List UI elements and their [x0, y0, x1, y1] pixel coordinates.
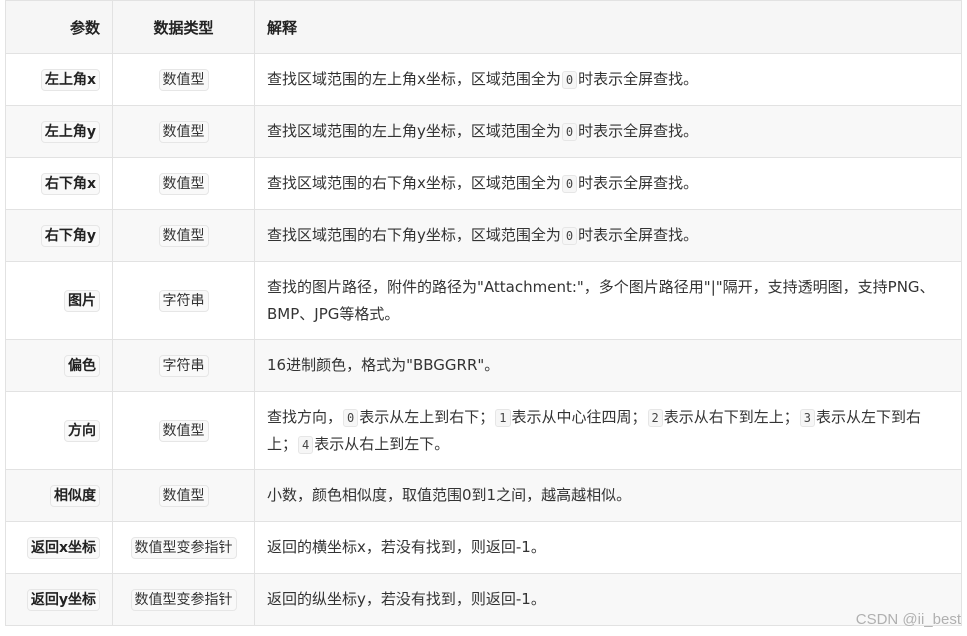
- header-row: 参数 数据类型 解释: [5, 0, 962, 54]
- type-name: 数值型: [158, 172, 209, 195]
- type-cell: 数值型: [112, 209, 255, 262]
- table-row: 左上角y 数值型 查找区域范围的左上角y坐标，区域范围全为 0 时表示全屏查找。: [5, 105, 962, 158]
- description-text: 查找区域范围的左上角y坐标，区域范围全为: [267, 122, 561, 140]
- description-cell: 16进制颜色，格式为"BBGGRR"。: [254, 339, 962, 392]
- table-row: 方向 数值型 查找方向， 0 表示从左上到右下； 1 表示从中心往四周； 2 表示从右下到左上；…: [5, 391, 962, 470]
- type-cell: 字符串: [112, 339, 255, 392]
- param-name: 返回x坐标: [26, 536, 100, 559]
- type-name: 数值型变参指针: [130, 588, 237, 611]
- param-name: 左上角y: [40, 120, 100, 143]
- param-name: 偏色: [64, 354, 100, 377]
- description-text: 返回的纵坐标y，若没有找到，则返回-1。: [267, 590, 546, 608]
- description-text: 表示从右下到左上；: [663, 407, 799, 426]
- param-cell: 偏色: [5, 339, 113, 392]
- table-row: 偏色 字符串 16进制颜色，格式为"BBGGRR"。: [5, 339, 962, 392]
- description-cell: 返回的横坐标x，若没有找到，则返回-1。: [254, 521, 962, 574]
- description-text: 时表示全屏查找。: [578, 70, 699, 88]
- header-desc: 解释: [254, 0, 962, 54]
- param-cell: 返回y坐标: [5, 573, 113, 626]
- type-name: 数值型: [158, 419, 209, 442]
- inline-code: 0: [561, 71, 578, 89]
- inline-code: 0: [561, 175, 578, 193]
- param-cell: 右下角y: [5, 209, 113, 262]
- param-cell: 返回x坐标: [5, 521, 113, 574]
- description-cell: 小数，颜色相似度，取值范围0到1之间，越高越相似。: [254, 469, 962, 522]
- type-cell: 数值型: [112, 391, 255, 470]
- inline-code: 0: [343, 408, 359, 427]
- param-name: 左上角x: [40, 68, 100, 91]
- description-cell: 查找区域范围的右下角x坐标，区域范围全为 0 时表示全屏查找。: [254, 157, 962, 210]
- description-text: 查找区域范围的右下角x坐标，区域范围全为: [267, 174, 561, 192]
- parameter-table: 参数 数据类型 解释 左上角x 数值型 查找区域范围的左上角x坐标，区域范围全为 0 时…: [5, 0, 962, 626]
- description-text: 时表示全屏查找。: [578, 122, 699, 140]
- param-name: 返回y坐标: [26, 588, 100, 611]
- type-name: 字符串: [158, 354, 209, 377]
- description-text: 查找区域范围的左上角x坐标，区域范围全为: [267, 70, 561, 88]
- description-text: 返回的横坐标x，若没有找到，则返回-1。: [267, 538, 546, 556]
- param-name: 方向: [64, 419, 100, 442]
- description-text: 查找区域范围的右下角y坐标，区域范围全为: [267, 226, 561, 244]
- type-cell: 数值型: [112, 469, 255, 522]
- description-text: 查找方向，: [267, 407, 343, 426]
- watermark: CSDN @ii_best: [855, 611, 961, 628]
- param-cell: 方向: [5, 391, 113, 470]
- description-text: 时表示全屏查找。: [578, 174, 699, 192]
- description-text: 查找的图片路径，附件的路径为"Attachment:"，多个图片路径用"|"隔开…: [267, 277, 935, 323]
- description-cell: 查找区域范围的左上角y坐标，区域范围全为 0 时表示全屏查找。: [254, 105, 962, 158]
- type-cell: 数值型: [112, 157, 255, 210]
- table-row: 返回x坐标 数值型变参指针 返回的横坐标x，若没有找到，则返回-1。: [5, 521, 962, 574]
- description-cell: 查找区域范围的左上角x坐标，区域范围全为 0 时表示全屏查找。: [254, 53, 962, 106]
- description-text: 时表示全屏查找。: [578, 226, 699, 244]
- param-cell: 图片: [5, 261, 113, 340]
- type-cell: 数值型变参指针: [112, 573, 255, 626]
- description-text: 16进制颜色，格式为"BBGGRR"。: [267, 356, 500, 374]
- param-cell: 相似度: [5, 469, 113, 522]
- description-text: 小数，颜色相似度，取值范围0到1之间，越高越相似。: [267, 486, 632, 504]
- table-header: 参数 数据类型 解释: [5, 0, 962, 54]
- param-cell: 右下角x: [5, 157, 113, 210]
- type-cell: 数值型变参指针: [112, 521, 255, 574]
- description-text: 表示从左上到右下；: [359, 407, 495, 426]
- inline-code: 4: [298, 435, 314, 454]
- header-type: 数据类型: [112, 0, 255, 54]
- table-row: 左上角x 数值型 查找区域范围的左上角x坐标，区域范围全为 0 时表示全屏查找。: [5, 53, 962, 106]
- inline-code: 0: [561, 227, 578, 245]
- param-name: 相似度: [50, 484, 100, 507]
- inline-code: 3: [799, 408, 815, 427]
- header-param: 参数: [5, 0, 113, 54]
- type-name: 数值型: [158, 68, 209, 91]
- type-name: 数值型: [158, 484, 209, 507]
- type-cell: 数值型: [112, 105, 255, 158]
- type-name: 数值型: [158, 224, 209, 247]
- param-cell: 左上角x: [5, 53, 113, 106]
- table-row: 相似度 数值型 小数，颜色相似度，取值范围0到1之间，越高越相似。: [5, 469, 962, 522]
- description-cell: 查找的图片路径，附件的路径为"Attachment:"，多个图片路径用"|"隔开…: [254, 261, 962, 340]
- table-row: 右下角x 数值型 查找区域范围的右下角x坐标，区域范围全为 0 时表示全屏查找。: [5, 157, 962, 210]
- param-name: 右下角x: [40, 172, 100, 195]
- param-cell: 左上角y: [5, 105, 113, 158]
- type-name: 数值型变参指针: [130, 536, 237, 559]
- type-name: 字符串: [158, 289, 209, 312]
- type-cell: 数值型: [112, 53, 255, 106]
- table-row: 图片 字符串 查找的图片路径，附件的路径为"Attachment:"，多个图片路径用…: [5, 261, 962, 340]
- description-text: 表示从右上到左下。: [314, 434, 450, 453]
- table-row: 返回y坐标 数值型变参指针 返回的纵坐标y，若没有找到，则返回-1。: [5, 573, 962, 626]
- type-name: 数值型: [158, 120, 209, 143]
- description-cell: 查找区域范围的右下角y坐标，区域范围全为 0 时表示全屏查找。: [254, 209, 962, 262]
- table-body: 左上角x 数值型 查找区域范围的左上角x坐标，区域范围全为 0 时表示全屏查找。 左上角y…: [5, 53, 962, 626]
- param-name: 右下角y: [40, 224, 100, 247]
- description-cell: 查找方向， 0 表示从左上到右下； 1 表示从中心往四周； 2 表示从右下到左上； 3 表示从左…: [254, 391, 962, 470]
- inline-code: 1: [495, 408, 511, 427]
- inline-code: 0: [561, 123, 578, 141]
- table-row: 右下角y 数值型 查找区域范围的右下角y坐标，区域范围全为 0 时表示全屏查找。: [5, 209, 962, 262]
- description-text: 表示从中心往四周；: [511, 407, 647, 426]
- param-name: 图片: [64, 289, 100, 312]
- inline-code: 2: [647, 408, 663, 427]
- type-cell: 字符串: [112, 261, 255, 340]
